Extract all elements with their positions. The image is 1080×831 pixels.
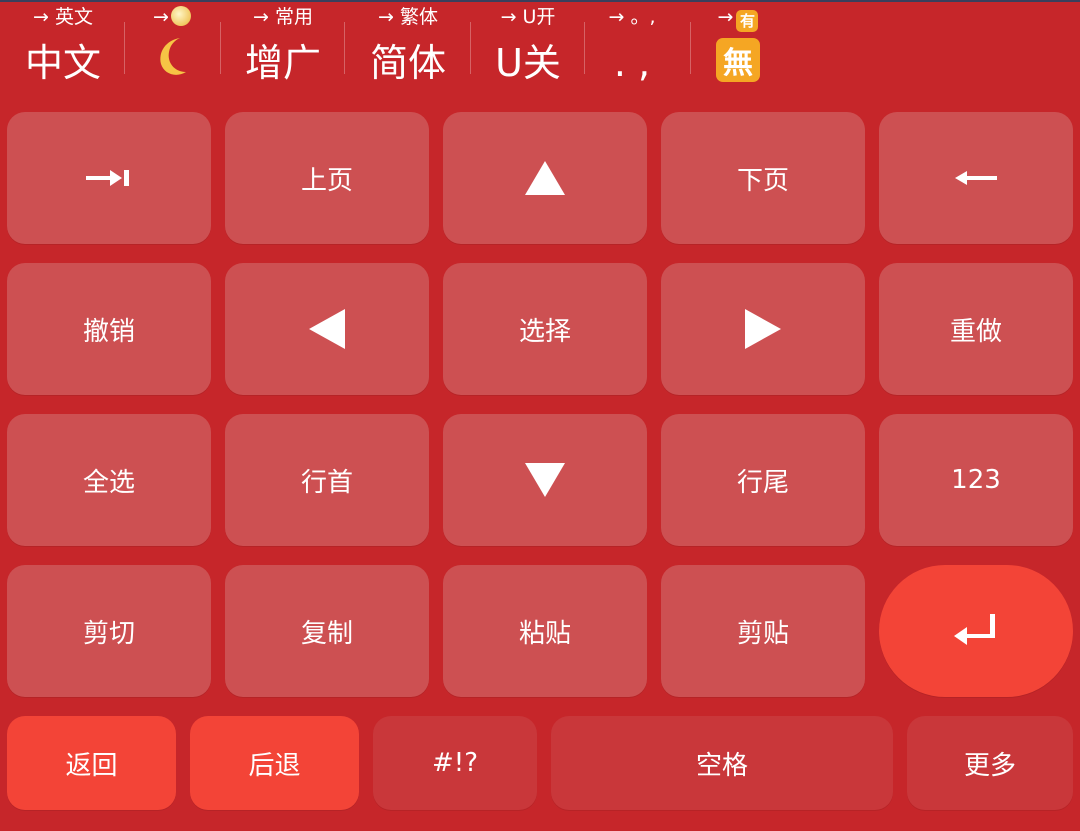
delete-back-key[interactable]: 后退 <box>190 716 359 810</box>
toggle-current: 简体 <box>369 41 446 85</box>
toggle-punctuation[interactable]: → 。, . , <box>596 0 668 100</box>
toggle-hint: → 常用 <box>253 6 313 28</box>
divider <box>584 22 585 74</box>
enter-return-icon <box>954 614 995 645</box>
cut-key[interactable]: 剪切 <box>7 565 211 697</box>
paste-key[interactable]: 粘贴 <box>443 565 647 697</box>
clipboard-key[interactable]: 剪贴 <box>661 565 865 697</box>
have-emoji-icon: 有 <box>736 10 759 32</box>
toggle-current: U关 <box>495 41 561 85</box>
line-end-key[interactable]: 行尾 <box>661 414 865 546</box>
space-label: 空格 <box>695 750 748 781</box>
clipboard-label: 剪贴 <box>736 618 789 649</box>
cursor-right-key[interactable] <box>661 263 865 395</box>
none-emoji-icon: 無 <box>716 38 760 82</box>
cut-label: 剪切 <box>82 618 135 649</box>
paste-label: 粘贴 <box>518 618 571 649</box>
cursor-down-key[interactable] <box>443 414 647 546</box>
line-home-label: 行首 <box>300 467 353 498</box>
toggle-u-mode[interactable]: → U开 U关 <box>486 0 570 100</box>
redo-key[interactable]: 重做 <box>879 263 1073 395</box>
toggle-hint: → 有 <box>718 4 759 32</box>
full-moon-icon <box>170 6 191 26</box>
toggle-hint: → 。, <box>608 6 656 28</box>
page-down-label: 下页 <box>736 165 789 196</box>
divider <box>124 22 125 74</box>
toggle-night-mode[interactable]: → <box>136 0 208 100</box>
more-key[interactable]: 更多 <box>907 716 1073 810</box>
divider <box>344 22 345 74</box>
tab-arrow-icon <box>86 170 129 186</box>
select-all-label: 全选 <box>82 467 135 498</box>
divider <box>690 22 691 74</box>
toggle-emoji[interactable]: → 有 無 <box>700 0 776 100</box>
select-label: 选择 <box>518 316 571 347</box>
toggle-current: 增广 <box>244 41 321 85</box>
back-key[interactable]: 返回 <box>7 716 176 810</box>
toggle-hint: → 繁体 <box>378 6 438 28</box>
undo-label: 撤销 <box>82 316 135 347</box>
back-label: 返回 <box>65 750 118 781</box>
more-label: 更多 <box>963 750 1016 781</box>
right-triangle-icon <box>745 309 781 349</box>
down-triangle-icon <box>525 463 565 497</box>
cursor-left-key[interactable] <box>225 263 429 395</box>
tab-key[interactable] <box>7 112 211 244</box>
toggle-simplified-traditional[interactable]: → 繁体 简体 <box>362 0 454 100</box>
toggle-chinese-english[interactable]: → 英文 中文 <box>18 0 108 100</box>
toggle-hint: → 英文 <box>33 6 93 28</box>
select-key[interactable]: 选择 <box>443 263 647 395</box>
up-triangle-icon <box>525 161 565 195</box>
divider <box>470 22 471 74</box>
space-key[interactable]: 空格 <box>551 716 893 810</box>
cursor-up-key[interactable] <box>443 112 647 244</box>
page-up-key[interactable]: 上页 <box>225 112 429 244</box>
crescent-moon-icon <box>150 34 194 78</box>
divider <box>220 22 221 74</box>
line-home-key[interactable]: 行首 <box>225 414 429 546</box>
page-up-label: 上页 <box>300 165 353 196</box>
toggle-current: 中文 <box>24 41 101 85</box>
backspace-key[interactable] <box>879 112 1073 244</box>
symbols-key[interactable]: #!? <box>373 716 537 810</box>
left-arrow-icon <box>955 171 997 185</box>
left-triangle-icon <box>309 309 345 349</box>
undo-key[interactable]: 撤销 <box>7 263 211 395</box>
line-end-label: 行尾 <box>736 467 789 498</box>
numbers-key[interactable]: 123 <box>879 414 1073 546</box>
toggle-hint: → <box>153 4 191 30</box>
copy-key[interactable]: 复制 <box>225 565 429 697</box>
toggle-charset[interactable]: → 常用 增广 <box>238 0 328 100</box>
toggle-hint: → U开 <box>500 6 556 28</box>
enter-key[interactable] <box>879 565 1073 697</box>
symbols-label: #!? <box>431 748 478 778</box>
redo-label: 重做 <box>949 316 1002 347</box>
copy-label: 复制 <box>300 618 353 649</box>
toggle-current: . , <box>613 41 651 85</box>
select-all-key[interactable]: 全选 <box>7 414 211 546</box>
numbers-label: 123 <box>951 465 1001 495</box>
page-down-key[interactable]: 下页 <box>661 112 865 244</box>
toggle-bar: → 英文 中文 → → 常用 增广 → 繁体 简体 → U开 U关 → 。, .… <box>0 0 1080 100</box>
delete-back-label: 后退 <box>248 750 301 781</box>
